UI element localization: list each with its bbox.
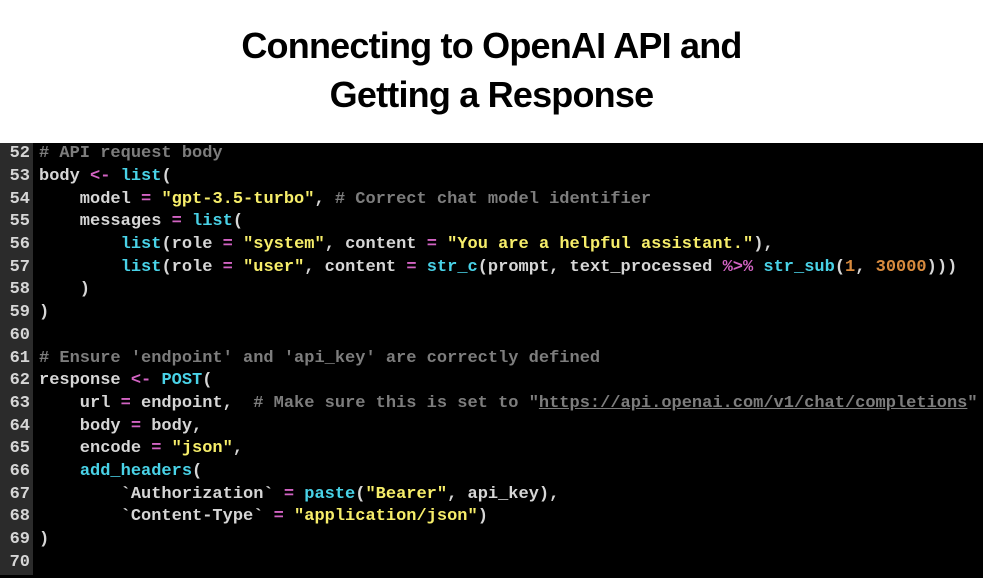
line-number: 68 <box>0 506 33 529</box>
code-text: body <- list( <box>33 166 172 189</box>
code-line: 59) <box>0 302 983 325</box>
line-number: 54 <box>0 189 33 212</box>
code-line: 62response <- POST( <box>0 370 983 393</box>
code-text: # API request body <box>33 143 223 166</box>
code-text: ) <box>33 279 90 302</box>
line-number: 64 <box>0 416 33 439</box>
code-line: 52# API request body <box>0 143 983 166</box>
code-line: 70 <box>0 552 983 575</box>
line-number: 61 <box>0 348 33 371</box>
code-text: response <- POST( <box>33 370 212 393</box>
line-number: 62 <box>0 370 33 393</box>
code-line: 69) <box>0 529 983 552</box>
code-line: 64 body = body, <box>0 416 983 439</box>
code-text: body = body, <box>33 416 202 439</box>
code-text: list(role = "system", content = "You are… <box>33 234 774 257</box>
line-number: 67 <box>0 484 33 507</box>
code-line: 63 url = endpoint, # Make sure this is s… <box>0 393 983 416</box>
code-line: 67 `Authorization` = paste("Bearer", api… <box>0 484 983 507</box>
code-line: 58 ) <box>0 279 983 302</box>
code-text: ) <box>33 302 49 325</box>
line-number: 69 <box>0 529 33 552</box>
code-text: url = endpoint, # Make sure this is set … <box>33 393 978 416</box>
code-text: # Ensure 'endpoint' and 'api_key' are co… <box>33 348 600 371</box>
code-line: 65 encode = "json", <box>0 438 983 461</box>
code-text: messages = list( <box>33 211 243 234</box>
code-text <box>33 552 39 575</box>
code-text: ) <box>33 529 49 552</box>
code-text: `Authorization` = paste("Bearer", api_ke… <box>33 484 559 507</box>
code-line: 66 add_headers( <box>0 461 983 484</box>
code-text: add_headers( <box>33 461 202 484</box>
code-text: `Content-Type` = "application/json") <box>33 506 488 529</box>
line-number: 58 <box>0 279 33 302</box>
line-number: 53 <box>0 166 33 189</box>
slide-title: Connecting to OpenAI API and Getting a R… <box>0 0 983 143</box>
code-editor: 52# API request body53body <- list(54 mo… <box>0 143 983 578</box>
code-line: 53body <- list( <box>0 166 983 189</box>
code-text: encode = "json", <box>33 438 243 461</box>
line-number: 60 <box>0 325 33 348</box>
line-number: 70 <box>0 552 33 575</box>
line-number: 57 <box>0 257 33 280</box>
code-line: 61# Ensure 'endpoint' and 'api_key' are … <box>0 348 983 371</box>
title-line-1: Connecting to OpenAI API and <box>0 22 983 71</box>
line-number: 56 <box>0 234 33 257</box>
code-text: list(role = "user", content = str_c(prom… <box>33 257 957 280</box>
title-line-2: Getting a Response <box>0 71 983 120</box>
line-number: 52 <box>0 143 33 166</box>
line-number: 65 <box>0 438 33 461</box>
line-number: 63 <box>0 393 33 416</box>
code-text: model = "gpt-3.5-turbo", # Correct chat … <box>33 189 651 212</box>
line-number: 55 <box>0 211 33 234</box>
code-line: 57 list(role = "user", content = str_c(p… <box>0 257 983 280</box>
code-line: 54 model = "gpt-3.5-turbo", # Correct ch… <box>0 189 983 212</box>
code-line: 55 messages = list( <box>0 211 983 234</box>
line-number: 66 <box>0 461 33 484</box>
code-text <box>33 325 39 348</box>
line-number: 59 <box>0 302 33 325</box>
code-line: 68 `Content-Type` = "application/json") <box>0 506 983 529</box>
code-line: 60 <box>0 325 983 348</box>
code-line: 56 list(role = "system", content = "You … <box>0 234 983 257</box>
